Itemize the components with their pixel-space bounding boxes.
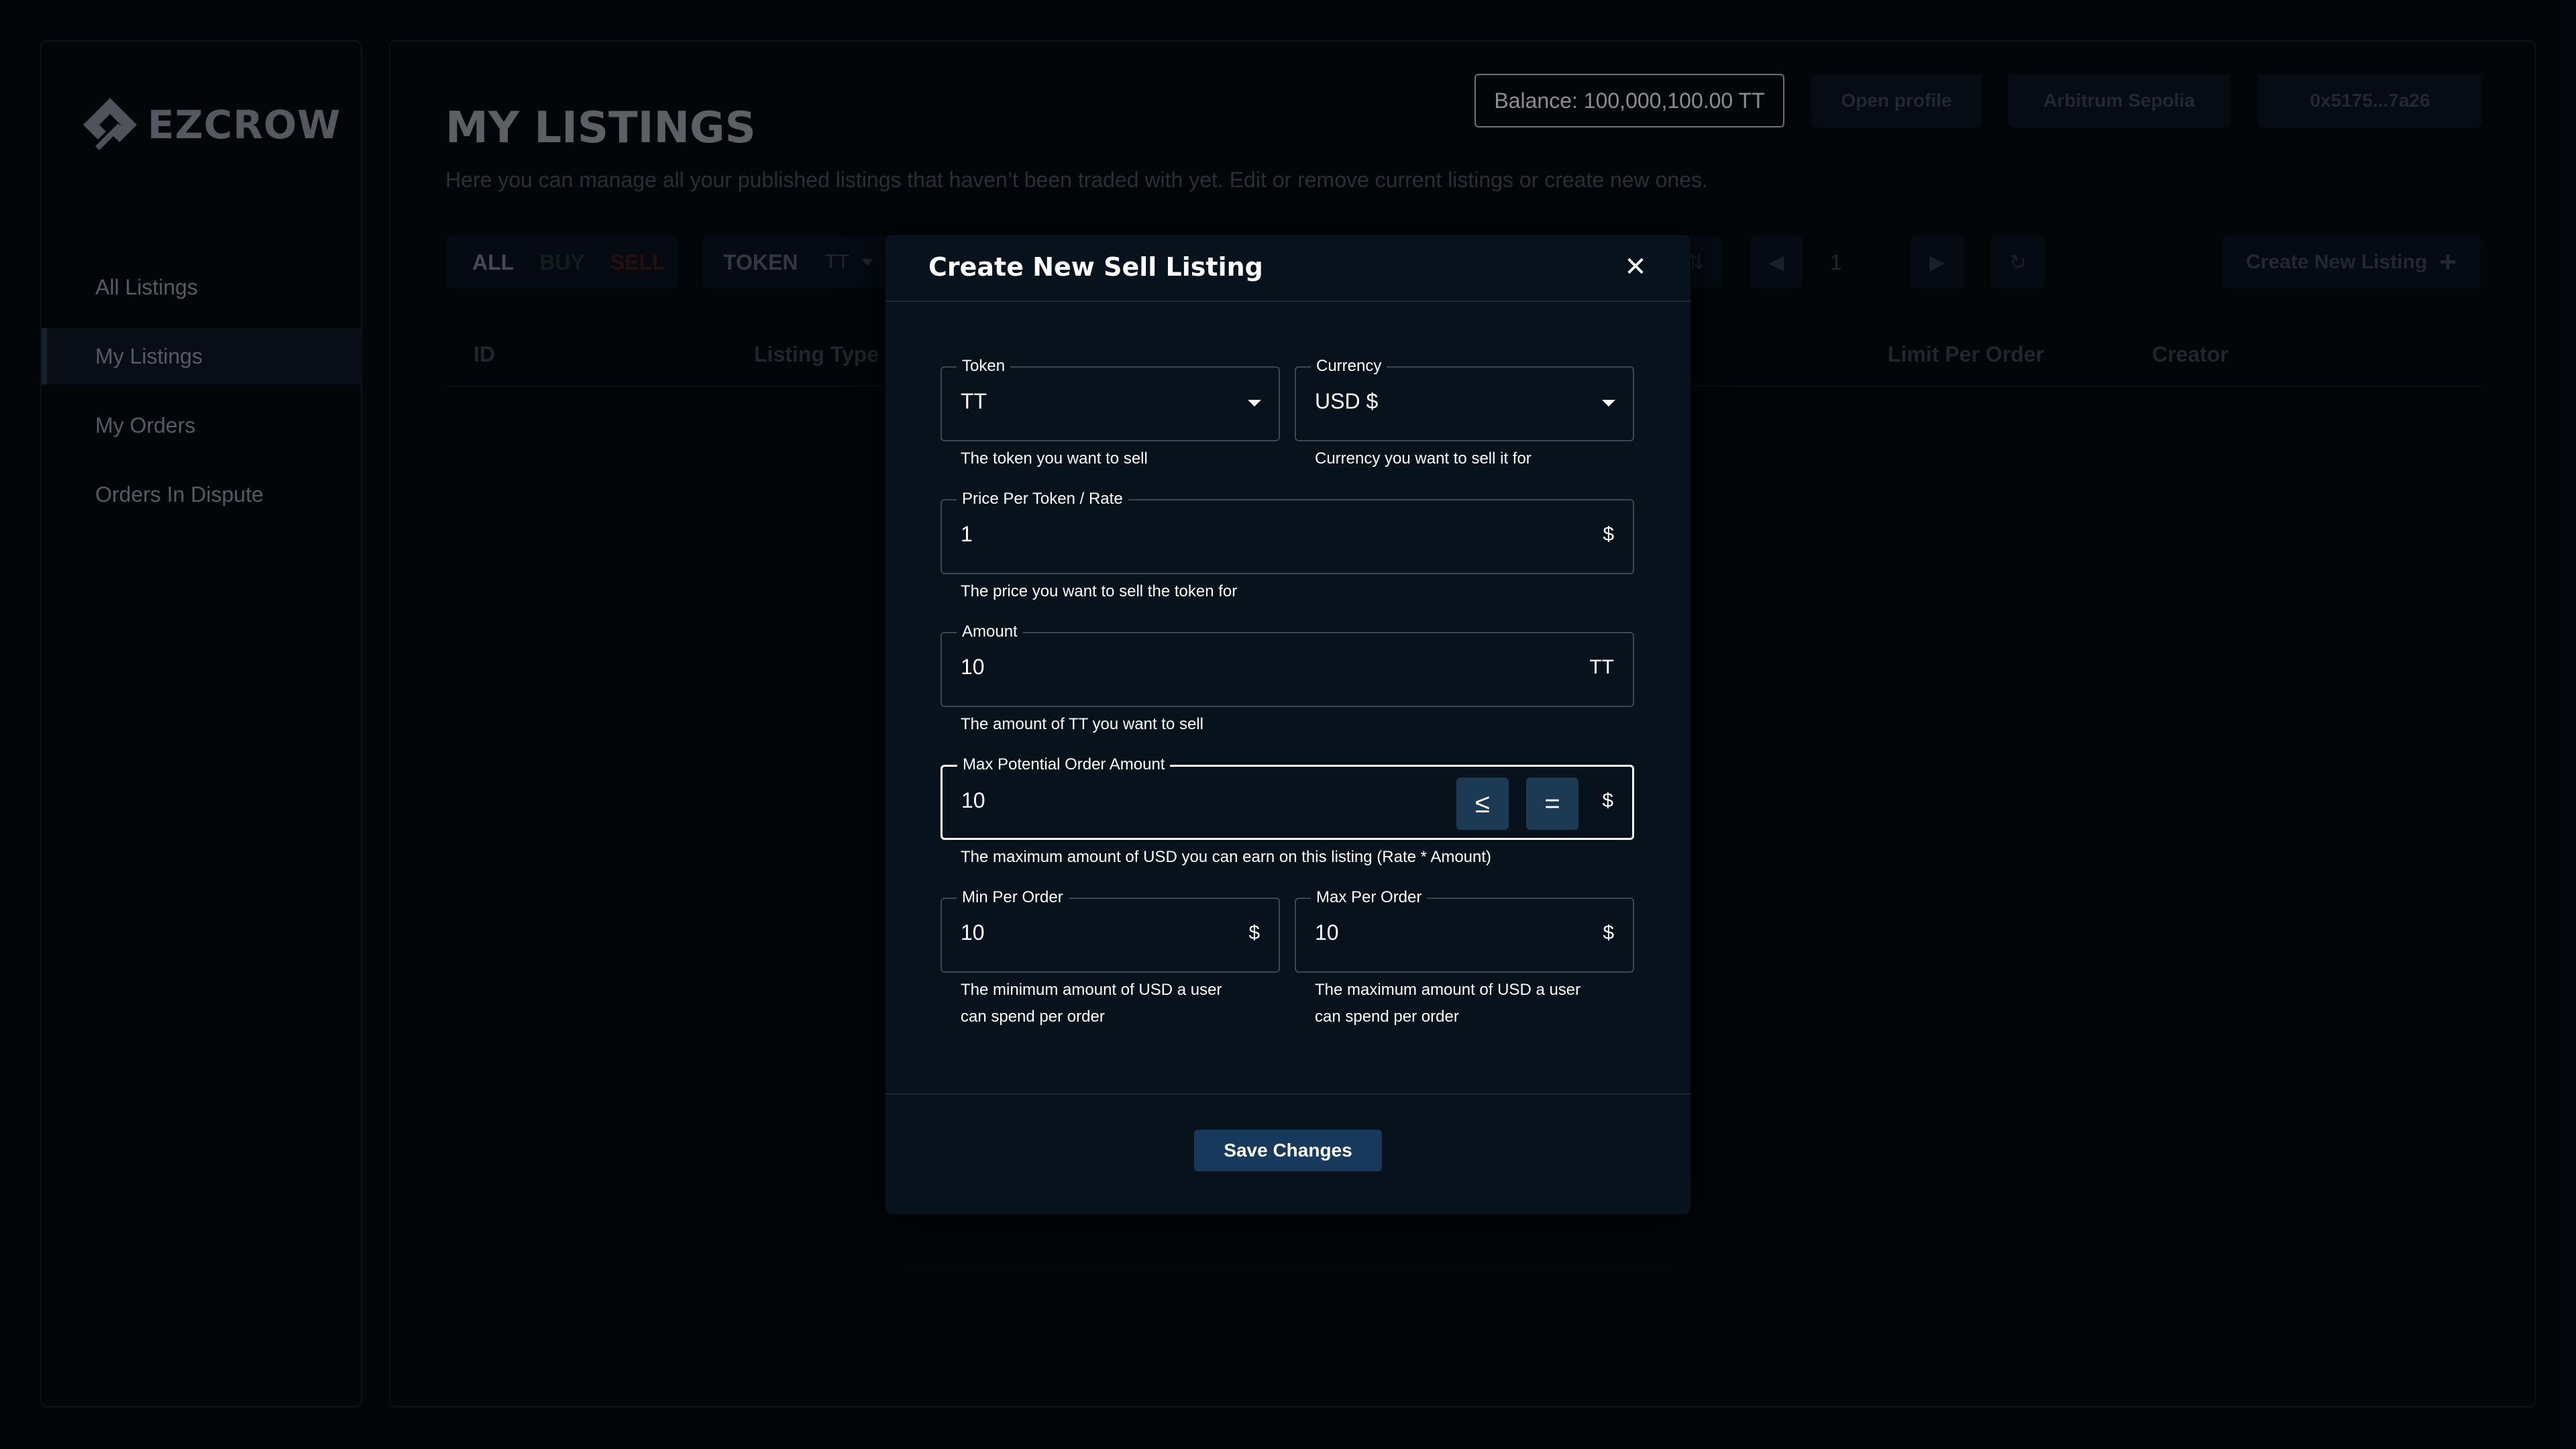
max-potential-order-amount-label: Max Potential Order Amount [957,756,1171,773]
amount-field[interactable]: Amount 10 TT [941,623,1634,707]
max-per-order-helper-line-1: The maximum amount of USD a user [1315,981,1581,999]
max-potential-order-amount-field[interactable]: Max Potential Order Amount 10 ≤ = $ [941,756,1634,840]
less-than-or-equal-toggle[interactable]: ≤ [1456,777,1509,830]
amount-token-suffix: TT [1589,656,1614,678]
close-button[interactable]: ✕ [1617,248,1654,286]
price-helper-text: The price you want to sell the token for [961,582,1238,600]
currency-select[interactable]: Currency USD $ [1295,358,1634,441]
max-per-order-label: Max Per Order [1311,889,1428,906]
amount-label: Amount [957,623,1023,641]
min-per-order-value: 10 [961,920,985,945]
caret-down-icon [1248,400,1261,407]
token-select-label: Token [957,358,1011,375]
min-per-order-helper-line-1: The minimum amount of USD a user [961,981,1222,999]
min-per-order-helper-line-2: can spend per order [961,1008,1105,1026]
save-changes-button[interactable]: Save Changes [1194,1130,1382,1171]
equal-toggle[interactable]: = [1526,777,1578,830]
price-per-token-value: 1 [961,522,973,546]
max-potential-helper-text: The maximum amount of USD you can earn o… [961,848,1492,866]
max-per-order-currency-suffix: $ [1603,922,1614,944]
max-per-order-field[interactable]: Max Per Order 10 $ [1295,889,1634,973]
min-per-order-label: Min Per Order [957,889,1069,906]
max-per-order-helper-text: The maximum amount of USD a user can spe… [1315,977,1580,1030]
close-icon: ✕ [1624,252,1647,282]
min-per-order-field[interactable]: Min Per Order 10 $ [941,889,1280,973]
max-potential-currency-suffix: $ [1602,790,1613,812]
max-potential-order-amount-value: 10 [961,788,985,812]
min-per-order-helper-text: The minimum amount of USD a user can spe… [961,977,1222,1030]
max-per-order-helper-line-2: can spend per order [1315,1008,1459,1026]
currency-select-label: Currency [1311,358,1387,375]
token-select[interactable]: Token TT [941,358,1280,441]
create-listing-modal: Create New Sell Listing ✕ Token TT The t… [885,235,1690,1214]
currency-helper-text: Currency you want to sell it for [1315,449,1532,468]
modal-footer-divider [885,1093,1690,1095]
amount-helper-text: The amount of TT you want to sell [961,715,1203,733]
modal-title: Create New Sell Listing [928,252,1263,282]
price-per-token-label: Price Per Token / Rate [957,490,1128,508]
min-per-order-currency-suffix: $ [1248,922,1260,944]
token-select-value: TT [961,389,987,413]
price-per-token-field[interactable]: Price Per Token / Rate 1 $ [941,490,1634,574]
amount-value: 10 [961,655,985,679]
price-currency-suffix: $ [1603,523,1614,545]
currency-select-value: USD $ [1315,389,1379,413]
modal-header: Create New Sell Listing ✕ [885,235,1690,302]
max-per-order-value: 10 [1315,920,1339,945]
token-helper-text: The token you want to sell [961,449,1148,468]
caret-down-icon [1602,400,1615,407]
